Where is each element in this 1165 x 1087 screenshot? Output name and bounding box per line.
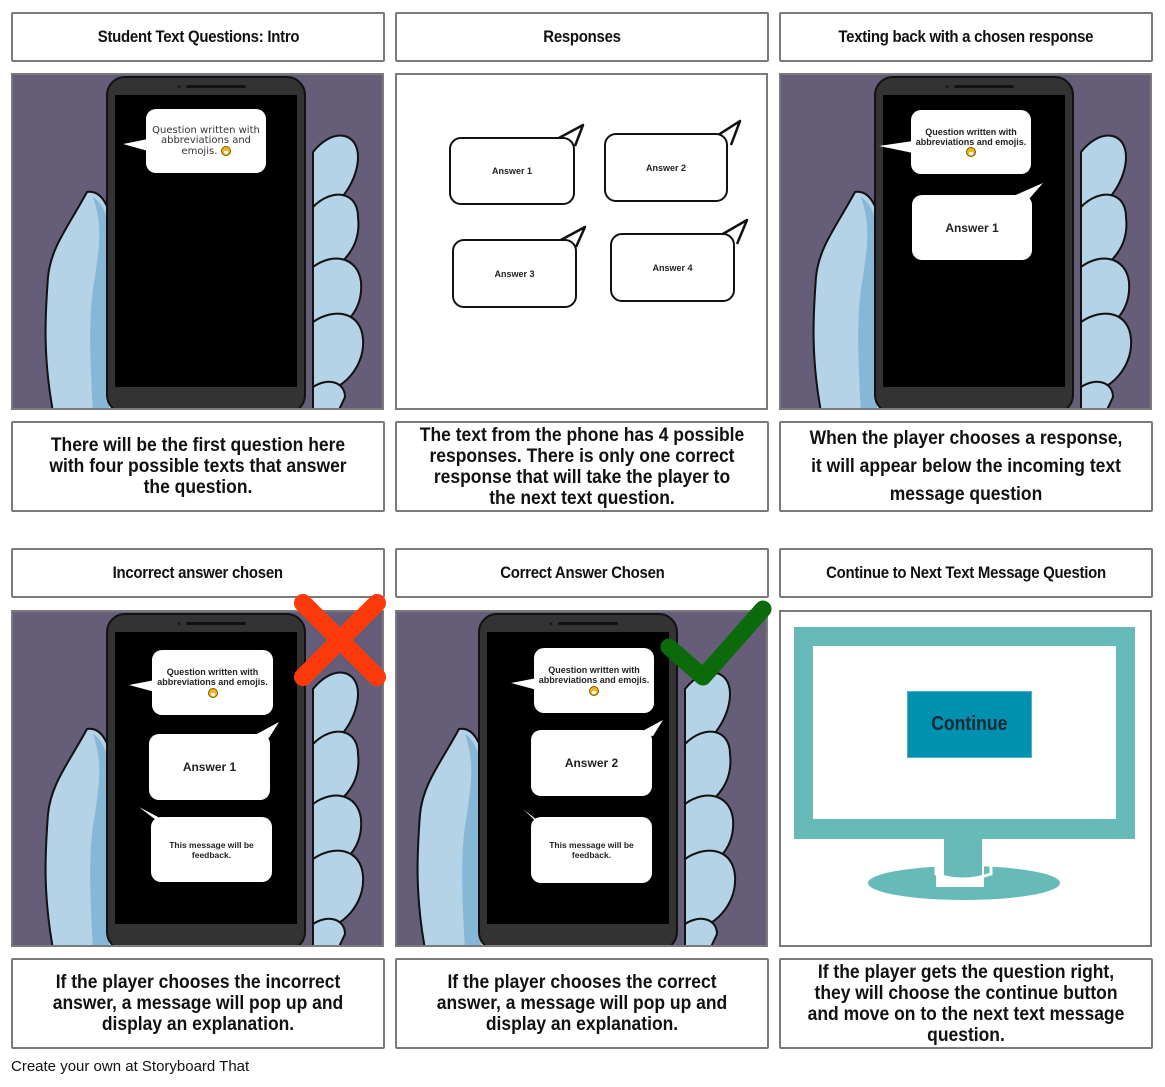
- panel-2-title-text: Responses: [543, 27, 621, 46]
- panel-3-scene: Question written with abbreviations and …: [779, 73, 1152, 410]
- panel-5-title-text: Correct Answer Chosen: [499, 563, 665, 582]
- question-text: Question written with abbreviations and …: [915, 126, 1027, 147]
- answer-option-2-label: Answer 2: [645, 162, 687, 173]
- panel-6-description-text: If the player gets the question right, t…: [807, 961, 1125, 1046]
- panel-3-description: When the player chooses a response, it w…: [779, 421, 1153, 512]
- panel-4-description: If the player chooses the incorrect answ…: [11, 958, 385, 1049]
- answer-option-1-label: Answer 1: [491, 166, 533, 176]
- storyboard-that-credit-link[interactable]: Create your own at Storyboard That: [11, 1058, 249, 1075]
- panel-6-title: Continue to Next Text Message Question: [779, 548, 1153, 598]
- question-bubble: Question written with abbreviations and …: [146, 109, 266, 173]
- answer-option-4-label: Answer 4: [652, 262, 693, 273]
- feedback-text: This message will be feedback.: [549, 840, 634, 860]
- question-bubble: Question written with abbreviations and …: [152, 650, 273, 715]
- feedback-bubble: This message will be feedback.: [531, 817, 652, 883]
- panel-1-description: There will be the first question here wi…: [11, 421, 385, 512]
- feedback-text: This message will be feedback.: [169, 839, 254, 860]
- grinning-emoji-icon: [966, 147, 976, 158]
- answer-option-1[interactable]: Answer 1: [449, 137, 575, 205]
- panel-4-title-text: Incorrect answer chosen: [112, 563, 284, 582]
- panel-3-description-text: When the player chooses a response, it w…: [809, 427, 1123, 505]
- answer-option-3-label: Answer 3: [494, 268, 535, 279]
- answer-bubble: Answer 1: [912, 195, 1032, 260]
- answer-text: Answer 2: [564, 756, 619, 770]
- panel-3-title-text: Texting back with a chosen response: [838, 27, 1094, 46]
- answer-option-3[interactable]: Answer 3: [452, 239, 577, 308]
- grinning-emoji-icon: [220, 145, 231, 156]
- grinning-emoji-icon: [589, 685, 599, 696]
- panel-1-scene: Question written with abbreviations and …: [11, 73, 384, 410]
- panel-2-description: The text from the phone has 4 possible r…: [395, 421, 769, 512]
- green-check-icon: [660, 600, 772, 686]
- red-x-icon: [294, 594, 386, 686]
- answer-text: Answer 1: [945, 220, 999, 235]
- panel-2-title: Responses: [395, 12, 769, 62]
- answer-bubble: Answer 1: [149, 734, 270, 800]
- question-bubble: Question written with abbreviations and …: [911, 110, 1031, 174]
- panel-3-title: Texting back with a chosen response: [779, 12, 1153, 62]
- feedback-bubble: This message will be feedback.: [151, 817, 272, 882]
- panel-6-scene: Continue: [779, 610, 1152, 947]
- question-text: Question written with abbreviations and …: [152, 124, 260, 157]
- continue-button[interactable]: Continue: [907, 691, 1032, 758]
- question-bubble: Question written with abbreviations and …: [534, 648, 654, 713]
- panel-2-description-text: The text from the phone has 4 possible r…: [419, 424, 745, 509]
- panel-1-description-text: There will be the first question here wi…: [49, 435, 347, 498]
- question-text: Question written with abbreviations and …: [157, 667, 268, 688]
- monitor-illustration: [794, 627, 1135, 900]
- panel-6-title-text: Continue to Next Text Message Question: [826, 563, 1106, 582]
- panel-2-scene: Answer 1 Answer 2 Answer 3 Answer 4: [395, 73, 768, 410]
- panel-5-description-text: If the player chooses the correct answer…: [436, 972, 728, 1035]
- question-text: Question written with abbreviations and …: [538, 665, 650, 686]
- panel-1-title-text: Student Text Questions: Intro: [97, 27, 299, 46]
- answer-text: Answer 1: [182, 760, 237, 774]
- panel-4-description-text: If the player chooses the incorrect answ…: [52, 972, 344, 1035]
- answer-option-4[interactable]: Answer 4: [610, 233, 735, 302]
- answer-bubble: Answer 2: [531, 730, 652, 796]
- panel-6-description: If the player gets the question right, t…: [779, 958, 1153, 1049]
- grinning-emoji-icon: [207, 687, 218, 698]
- continue-button-label: Continue: [931, 713, 1008, 735]
- answer-option-2[interactable]: Answer 2: [604, 133, 728, 202]
- panel-5-description: If the player chooses the correct answer…: [395, 958, 769, 1049]
- panel-5-title: Correct Answer Chosen: [395, 548, 769, 598]
- panel-1-title: Student Text Questions: Intro: [11, 12, 385, 62]
